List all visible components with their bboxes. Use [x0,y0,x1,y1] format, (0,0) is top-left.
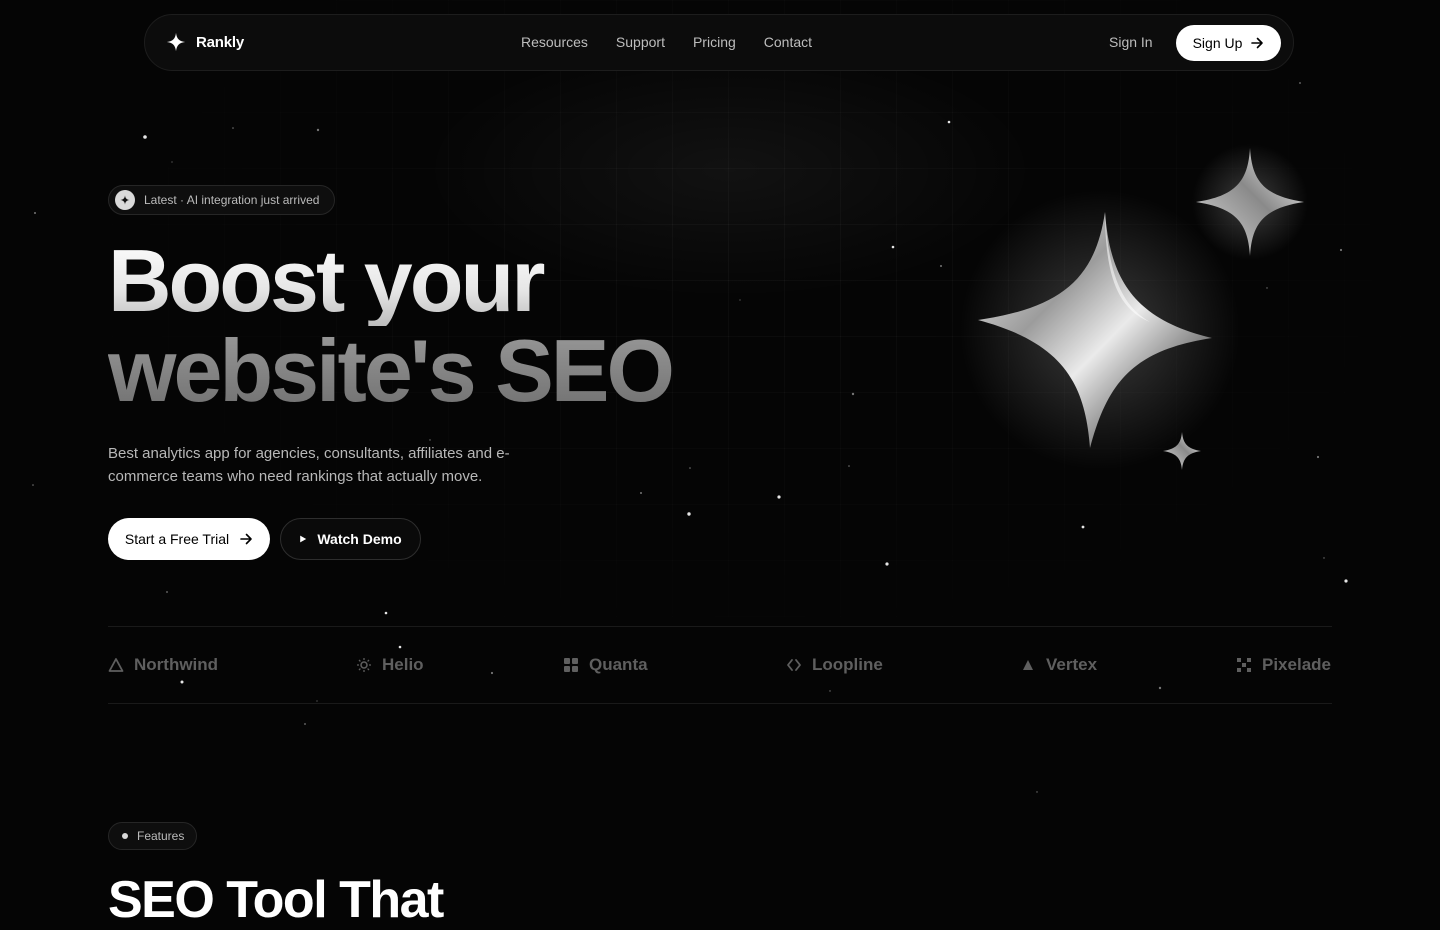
hero-title-line2: website's SEO [108,321,675,420]
star-dot [171,161,173,163]
star-dot [384,611,388,615]
watch-demo-label: Watch Demo [317,531,402,547]
logo-quanta: Quanta [563,655,648,675]
arrow-right-icon [240,533,252,545]
nav-link-pricing[interactable]: Pricing [693,34,736,50]
nav-link-resources[interactable]: Resources [521,34,588,50]
logo-northwind: Northwind [108,655,218,675]
hero-subtitle: Best analytics app for agencies, consult… [108,445,510,485]
logo-name: Helio [382,655,424,674]
sign-in-link[interactable]: Sign In [1109,34,1153,50]
star-dot [1323,557,1325,559]
partner-logos-bar: Northwind Helio Quanta Loopline Vertex P… [108,626,1332,704]
star-dot [947,120,951,124]
features-heading: SEO Tool That [108,871,444,929]
star-dot [32,484,34,486]
star-dot [687,512,691,516]
bullet-dot-icon [122,833,128,839]
features-pill-label: Features [137,829,185,843]
star-dot [739,299,741,301]
brand-logo[interactable]: Rankly [165,31,244,53]
star-dot [232,127,234,129]
star-dot [851,392,855,396]
star-dot [848,465,850,467]
star-dot [885,562,889,566]
star-dot [689,467,691,469]
pixel-cross-icon [1237,658,1251,672]
logo-name: Pixelade [1262,655,1331,674]
logo-name: Northwind [134,655,219,674]
star-dot [1299,82,1301,84]
sparkle-logo-icon [166,32,186,52]
sparkle-large-icon [960,190,1240,470]
star-dot [640,492,642,494]
nav-link-contact[interactable]: Contact [764,34,812,50]
sparkle-medium-icon [1192,144,1308,260]
features-pill: Features [108,822,198,850]
sign-up-button[interactable]: Sign Up [1176,25,1281,61]
announcement-badge[interactable]: Latest · AI integration just arrived [108,185,336,215]
star-dot [429,439,431,441]
start-free-trial-label: Start a Free Trial [124,531,230,547]
logo-name: Loopline [812,655,883,674]
watch-demo-button[interactable]: Watch Demo [280,518,421,560]
top-navbar: Rankly Resources Support Pricing Contact… [144,14,1294,71]
four-squares-icon [564,658,578,672]
logo-pixelade: Pixelade [1236,655,1331,675]
logo-vertex: Vertex [1020,655,1097,675]
sun-icon [357,658,371,672]
nav-link-support[interactable]: Support [616,34,665,50]
loop-icon [787,659,801,671]
sign-up-label: Sign Up [1192,35,1243,51]
hero-title: Boost your website's SEO [108,236,675,420]
triangle-filled-icon [1023,660,1033,670]
star-dot [143,135,147,139]
star-dot [1036,791,1038,793]
logo-loopline: Loopline [786,655,883,675]
start-free-trial-button[interactable]: Start a Free Trial [108,518,270,560]
star-dot [34,212,36,214]
play-icon [300,535,307,543]
nav-links: Resources Support Pricing Contact [521,34,812,50]
star-dot [304,723,306,725]
star-dot [1339,248,1343,252]
logo-helio: Helio [356,655,424,675]
triangle-outline-icon [108,658,124,672]
star-dot [940,265,942,267]
logo-name: Quanta [589,655,648,674]
star-dot [1081,525,1085,529]
logo-name: Vertex [1046,655,1098,674]
arrow-right-icon [1251,37,1264,49]
star-dot [316,128,320,132]
star-dot [166,591,168,593]
hero-title-line1: Boost your [108,236,672,326]
star-dot [1344,579,1348,583]
badge-text: Latest · AI integration just arrived [144,193,320,207]
star-dot [777,495,781,499]
star-dot [891,245,895,249]
chrome-sparkles-illustration [960,144,1308,470]
brand-name: Rankly [196,33,244,51]
badge-sparkle-icon [115,190,135,210]
